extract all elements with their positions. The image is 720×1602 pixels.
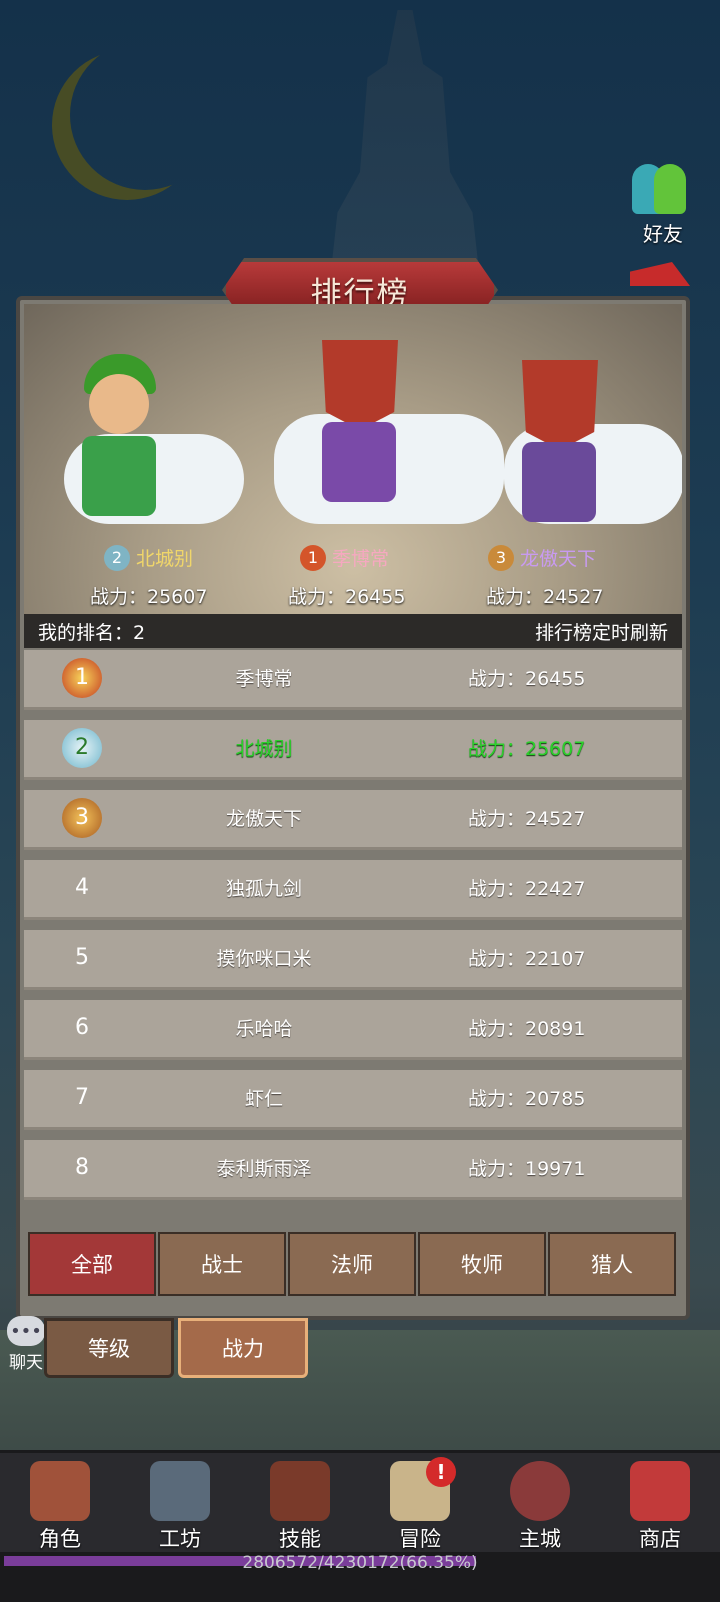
friends-label: 好友 <box>643 222 683 246</box>
moon-decoration <box>70 40 220 190</box>
rank-number: 4 <box>75 875 89 900</box>
player-power: 战力：22427 <box>468 878 586 900</box>
podium-power-2: 战力：25607 <box>90 586 208 608</box>
xp-text: 2806572/4230172(66.35%) <box>242 1553 478 1573</box>
character-body <box>82 436 156 516</box>
player-name: 独孤九剑 <box>225 878 302 900</box>
xp-bar: 2806572/4230172(66.35%) <box>0 1552 720 1602</box>
nav-label: 冒险 <box>399 1527 441 1551</box>
tab-sort-level[interactable]: 等级 <box>44 1318 174 1378</box>
bronze-crown-icon: 3 <box>488 544 514 571</box>
table-row[interactable]: 7 虾仁 战力：20785 <box>24 1070 682 1130</box>
sort-tabs: 等级 战力 <box>44 1318 312 1378</box>
player-power: 战力：20785 <box>468 1088 586 1110</box>
player-name: 季博常 <box>235 668 293 690</box>
podium-name-2: 2 北城别 <box>104 544 193 571</box>
gold-crown-icon: 1 <box>300 544 326 571</box>
rank-number: 8 <box>75 1155 89 1180</box>
spellbook-icon <box>270 1461 330 1521</box>
podium-name-1: 1 季博常 <box>300 544 389 571</box>
player-power: 战力：25607 <box>468 738 586 760</box>
table-row[interactable]: 3 龙傲天下 战力：24527 <box>24 790 682 850</box>
my-rank-label: 我的排名：2 <box>38 621 146 644</box>
rank-number: 5 <box>75 945 89 970</box>
silver-crown-icon: 2 <box>62 728 102 768</box>
nav-label: 商店 <box>639 1527 681 1551</box>
nav-skills[interactable]: 技能 <box>240 1453 360 1553</box>
tab-all[interactable]: 全部 <box>28 1232 156 1296</box>
class-filter-tabs: 全部 战士 法师 牧师 猎人 <box>28 1232 678 1298</box>
chat-button[interactable]: ••• 聊天 <box>4 1316 48 1373</box>
podium-power-3: 战力：24527 <box>486 586 604 608</box>
ranking-list[interactable]: 1 季博常 战力：26455 2 北城别 战力：25607 3 龙傲天下 战力：… <box>24 650 682 1220</box>
nav-workshop[interactable]: 工坊 <box>120 1453 240 1553</box>
player-power: 战力：26455 <box>468 668 586 690</box>
character-head <box>89 374 149 434</box>
podium-character-1 <box>284 340 434 520</box>
chat-label: 聊天 <box>9 1353 43 1373</box>
rank-number: 6 <box>75 1015 89 1040</box>
tab-sort-power[interactable]: 战力 <box>178 1318 308 1378</box>
notification-badge: ! <box>426 1457 456 1487</box>
podium-player-name: 龙傲天下 <box>520 548 597 570</box>
player-name: 北城别 <box>235 738 293 760</box>
chat-bubble-icon: ••• <box>7 1316 45 1346</box>
player-name: 虾仁 <box>244 1088 283 1110</box>
close-x-icon <box>510 1461 570 1521</box>
podium-character-3 <box>484 360 634 540</box>
anvil-icon <box>150 1461 210 1521</box>
nav-shop[interactable]: 商店 <box>600 1453 720 1553</box>
podium-player-name: 北城别 <box>136 548 194 570</box>
friends-button[interactable]: 好友 <box>628 160 698 247</box>
table-row[interactable]: 5 摸你咪口米 战力：22107 <box>24 930 682 990</box>
tab-hunter[interactable]: 猎人 <box>548 1232 676 1296</box>
silver-crown-icon: 2 <box>104 544 130 571</box>
player-power: 战力：20891 <box>468 1018 586 1040</box>
friends-icon <box>628 160 698 218</box>
player-name: 乐哈哈 <box>235 1018 293 1040</box>
my-rank-bar: 我的排名：2 排行榜定时刷新 <box>24 614 682 648</box>
table-row[interactable]: 4 独孤九剑 战力：22427 <box>24 860 682 920</box>
rank-number: 7 <box>75 1085 89 1110</box>
player-name: 泰利斯雨泽 <box>216 1158 312 1180</box>
gold-crown-icon: 1 <box>62 658 102 698</box>
nav-label: 角色 <box>39 1527 81 1551</box>
player-name: 龙傲天下 <box>225 808 302 830</box>
table-row[interactable]: 2 北城别 战力：25607 <box>24 720 682 780</box>
table-row[interactable]: 1 季博常 战力：26455 <box>24 650 682 710</box>
tribal-mask <box>322 340 398 430</box>
nav-character[interactable]: 角色 <box>0 1453 120 1553</box>
tab-warrior[interactable]: 战士 <box>158 1232 286 1296</box>
tab-mage[interactable]: 法师 <box>288 1232 416 1296</box>
nav-label: 主城 <box>519 1527 561 1551</box>
character-icon <box>30 1461 90 1521</box>
player-power: 战力：24527 <box>468 808 586 830</box>
nav-label: 技能 <box>279 1527 321 1551</box>
bottom-nav: 角色 工坊 技能 ! 冒险 主城 商店 <box>0 1450 720 1553</box>
podium-name-3: 3 龙傲天下 <box>488 544 596 571</box>
nav-label: 工坊 <box>159 1527 201 1551</box>
player-power: 战力：22107 <box>468 948 586 970</box>
nav-main-city[interactable]: 主城 <box>480 1453 600 1553</box>
character-body <box>522 442 596 522</box>
podium-character-2 <box>44 354 194 534</box>
bronze-crown-icon: 3 <box>62 798 102 838</box>
player-name: 摸你咪口米 <box>216 948 312 970</box>
player-power: 战力：19971 <box>468 1158 586 1180</box>
nav-adventure[interactable]: ! 冒险 <box>360 1453 480 1553</box>
tab-priest[interactable]: 牧师 <box>418 1232 546 1296</box>
refresh-note: 排行榜定时刷新 <box>534 621 668 644</box>
podium-power-1: 战力：26455 <box>288 586 406 608</box>
table-row[interactable]: 8 泰利斯雨泽 战力：19971 <box>24 1140 682 1200</box>
podium-player-name: 季博常 <box>332 548 390 570</box>
shop-stall-icon <box>630 1461 690 1521</box>
table-row[interactable]: 6 乐哈哈 战力：20891 <box>24 1000 682 1060</box>
tribal-mask <box>522 360 598 450</box>
character-body <box>322 422 396 502</box>
